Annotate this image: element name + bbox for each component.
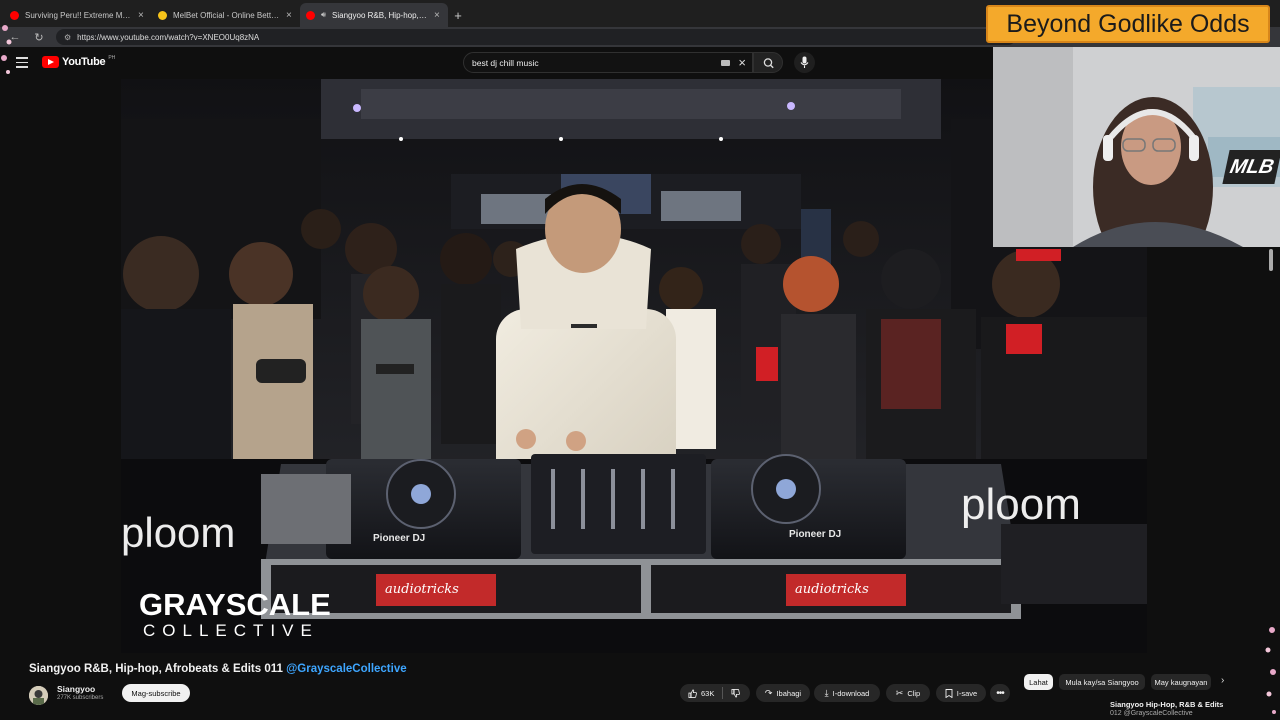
close-tab-icon[interactable]: × [434,10,442,21]
search-icon [763,58,774,69]
close-tab-icon[interactable]: × [138,10,146,21]
subscribe-button[interactable]: Mag-subscribe [122,684,190,702]
video-title-channel-tag[interactable]: @GrayscaleCollective [286,663,407,675]
video-title: Siangyoo R&B, Hip-hop, Afrobeats & Edits… [29,663,407,675]
recommended-video-title[interactable]: Siangyoo Hip-Hop, R&B & Edits [1110,700,1223,709]
search-input[interactable]: best dj chill music × [463,52,753,73]
deck-brand-left: Pioneer DJ [373,533,425,544]
youtube-logo-text: YouTube [62,56,106,68]
microphone-icon [800,56,809,68]
like-dislike-group: 63K [680,684,750,702]
ploom-logo-left: ploom [121,509,235,556]
recommended-video-meta: 012 @GrayscaleCollective [1110,710,1193,717]
share-label: Ibahagi [776,688,802,698]
webcam-feed [993,47,1280,247]
keyboard-icon[interactable] [721,60,730,66]
like-count: 63K [701,688,715,698]
ploom-logo-right: ploom [961,480,1081,529]
chip-all[interactable]: Lahat [1024,674,1053,690]
case-brand-left: audiotricks [385,582,459,597]
subscriber-count: 277K subscribers [57,695,104,701]
speaker-icon[interactable]: 🔊︎ [321,10,326,20]
watermark-collective: COLLECTIVE [143,621,319,640]
watermark-grayscale: GRAYSCALE [139,587,331,622]
chip-next-icon[interactable]: › [1221,675,1224,686]
browser-tab-2[interactable]: MelBet Official - Online Betting W × [152,3,300,27]
download-label: I-download [832,688,870,698]
save-icon [945,688,953,698]
tab-title: Siangyoo R&B, Hip-hop, Afro [332,10,428,20]
download-icon: ⤓ [824,687,829,698]
browser-tab-3-active[interactable]: 🔊︎ Siangyoo R&B, Hip-hop, Afro × [300,3,448,27]
chip-related[interactable]: May kaugnayan [1151,674,1211,690]
address-bar[interactable]: ⚙︎ https://www.youtube.com/watch?v=XNEO0… [56,29,1016,45]
screen: Surviving Peru!! Extreme Meats In × MelB… [0,0,1280,720]
new-tab-icon[interactable]: + [448,3,468,27]
webcam-overlay [993,47,1280,247]
country-code: PH [108,55,116,61]
back-icon[interactable]: ← [8,31,22,43]
floral-frame-right [1265,627,1276,714]
more-actions-button[interactable]: ••• [990,684,1010,702]
youtube-logo[interactable]: YouTube PH [42,55,116,68]
thumbs-down-icon[interactable] [731,688,741,698]
tab-title: MelBet Official - Online Betting W [173,10,280,20]
channel-name[interactable]: Siangyoo [57,684,95,694]
save-button[interactable]: I-save [936,684,986,702]
chip-from-channel[interactable]: Mula kay/sa Siangyoo [1059,674,1145,690]
download-button[interactable]: ⤓ I-download [814,684,880,702]
avatar-image [29,686,48,705]
save-label: I-save [956,688,978,698]
reload-icon[interactable]: ↻ [32,31,46,44]
clear-search-icon[interactable]: × [738,55,746,70]
menu-icon[interactable] [16,57,28,68]
channel-avatar[interactable] [29,686,48,705]
stream-banner: Beyond Godlike Odds [986,5,1270,43]
close-tab-icon[interactable]: × [286,10,294,21]
browser-tab-1[interactable]: Surviving Peru!! Extreme Meats In × [4,3,152,27]
search-query: best dj chill music [472,57,539,68]
mlb-badge: MLB [1222,150,1280,184]
deck-brand-right: Pioneer DJ [789,529,841,540]
like-button[interactable]: 63K [688,689,714,698]
youtube-favicon-icon [306,10,315,20]
tab-title: Surviving Peru!! Extreme Meats In [25,10,132,20]
clip-button[interactable]: ✂︎ Clip [886,684,930,702]
search-button[interactable] [753,52,783,73]
case-brand-right: audiotricks [795,582,869,597]
more-icon: ••• [996,687,1004,699]
melbet-favicon-icon [158,10,167,20]
youtube-play-icon [42,56,59,68]
url-text: https://www.youtube.com/watch?v=XNEO0Uq8… [77,32,260,42]
share-button[interactable]: ↷ Ibahagi [756,684,810,702]
page-scrollbar[interactable] [1269,249,1273,271]
voice-search-button[interactable] [794,52,815,73]
thumbs-up-icon [688,688,697,698]
scissors-icon: ✂︎ [895,687,904,698]
divider [722,687,724,699]
video-title-text: Siangyoo R&B, Hip-hop, Afrobeats & Edits… [29,663,283,675]
clip-label: Clip [907,688,921,698]
site-info-icon[interactable]: ⚙︎ [64,33,71,42]
youtube-favicon-icon [10,10,19,20]
share-icon: ↷ [764,687,773,698]
